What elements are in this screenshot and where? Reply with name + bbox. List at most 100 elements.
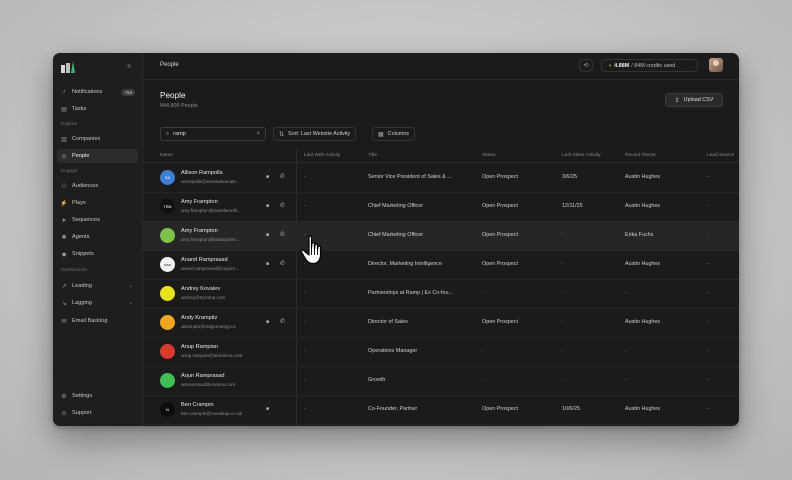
cell-record-owner[interactable]: Austin Hughes — [625, 319, 660, 325]
video-icon[interactable]: ■ — [266, 406, 269, 412]
collapse-sidebar-icon[interactable]: « — [127, 61, 131, 70]
sidebar-item-agents[interactable]: ✺ Agents — [57, 230, 138, 244]
person-email: arampolla@smartadvocate... — [181, 179, 240, 184]
column-header-record-owner[interactable]: Record Owner — [625, 153, 656, 158]
video-icon[interactable]: ■ — [266, 319, 269, 325]
sidebar-item-sequences[interactable]: ➤ Sequences — [57, 213, 138, 227]
table-row[interactable]: Andrey Kovalev andrey@tryramp.com - Partner… — [142, 279, 739, 309]
breadcrumb[interactable]: People — [160, 62, 179, 68]
table-row[interactable]: Andy Krampitz akrampitz@edgeenergy.ca ■ ✆ - D… — [142, 308, 739, 338]
columns-icon: ▦ — [378, 131, 384, 138]
history-button[interactable]: ⟲ — [579, 59, 593, 72]
cell-last-sales-activity: - — [562, 232, 564, 238]
sort-button[interactable]: ⇅ Sort: Last Website Activity — [273, 127, 357, 141]
cell-status[interactable]: Open Prospect — [482, 232, 518, 238]
table-row[interactable]: Amy Frampton amy.frampton@bamboohrc... ■ ✆ -… — [142, 221, 739, 251]
sidebar-item-lagging[interactable]: ↘ Lagging ⌄ — [57, 296, 138, 310]
phone-call-icon[interactable]: ✆ — [280, 173, 285, 180]
video-icon[interactable]: ■ — [266, 261, 269, 267]
sidebar-item-label: Agents — [72, 234, 90, 240]
cell-status[interactable]: - — [482, 348, 484, 354]
person-email: ben.crampin@novaleap.co.uk — [181, 411, 242, 416]
cell-status[interactable]: Open Prospect — [482, 174, 518, 180]
app-logo[interactable] — [61, 61, 75, 73]
person-name[interactable]: Amy Frampton — [181, 228, 218, 234]
column-header-lead-source[interactable]: Lead Source — [707, 153, 734, 158]
sidebar: « ♪ Notifications 758 ▤ Tasks Explore ▥ … — [53, 53, 143, 426]
phone-call-icon[interactable]: ✆ — [280, 202, 285, 209]
cell-record-owner[interactable]: Erika Fuchs — [625, 232, 653, 238]
cell-status[interactable]: - — [482, 290, 484, 296]
person-avatar — [160, 373, 175, 388]
table-row[interactable]: Anup Rampian anup.rampian@amerisca.com - Op… — [142, 337, 739, 367]
person-name[interactable]: Arjun Ramprasad — [181, 373, 225, 379]
cell-status[interactable]: - — [482, 377, 484, 383]
sidebar-item-label: Notifications — [72, 89, 103, 95]
cell-record-owner[interactable]: Austin Hughes — [625, 174, 660, 180]
cell-record-owner[interactable]: - — [625, 348, 627, 354]
cell-title: Director of Sales — [368, 319, 408, 325]
column-header-last-web-activity[interactable]: Last Web Activity — [304, 153, 340, 158]
sidebar-item-support[interactable]: ⊙ Support — [57, 406, 138, 420]
columns-button[interactable]: ▦ Columns — [372, 127, 415, 141]
search-input[interactable]: ⌕ ramp × — [160, 127, 266, 141]
cell-last-sales-activity: 3/6/25 — [562, 174, 577, 180]
person-name[interactable]: Andy Krampitz — [181, 315, 217, 321]
sidebar-item-label: Companies — [72, 136, 101, 142]
person-email: amy.frampton@traveltenefit... — [181, 208, 241, 213]
cell-record-owner[interactable]: - — [625, 290, 627, 296]
phone-call-icon[interactable]: ✆ — [280, 231, 285, 238]
column-header-title[interactable]: Title — [368, 153, 377, 158]
sidebar-item-notifications[interactable]: ♪ Notifications 758 — [57, 85, 138, 99]
cell-record-owner[interactable]: Austin Hughes — [625, 406, 660, 412]
person-name[interactable]: Andrey Kovalev — [181, 286, 220, 292]
table-row[interactable]: SA Allison Rampolla arampolla@smartadvocat… — [142, 163, 739, 193]
sidebar-item-tasks[interactable]: ▤ Tasks — [57, 102, 138, 116]
person-avatar: N — [160, 402, 175, 417]
phone-call-icon[interactable]: ✆ — [280, 318, 285, 325]
sidebar-item-audiences[interactable]: ⚇ Audiences — [57, 179, 138, 193]
person-name[interactable]: Allison Rampolla — [181, 170, 223, 176]
clear-search-icon[interactable]: × — [256, 131, 260, 137]
cell-status[interactable]: Open Prospect — [482, 203, 518, 209]
cell-record-owner[interactable]: - — [625, 377, 627, 383]
search-icon: ⌕ — [166, 130, 170, 137]
video-icon[interactable]: ■ — [266, 174, 269, 180]
sort-icon: ⇅ — [279, 131, 285, 138]
person-name[interactable]: Anup Rampian — [181, 344, 218, 350]
cell-title: Operations Manager — [368, 348, 418, 354]
sidebar-item-settings[interactable]: ⚙ Settings — [57, 389, 138, 403]
table-row[interactable]: N Ben Crampin ben.crampin@novaleap.co.uk ■ -… — [142, 395, 739, 425]
sidebar-item-snippets[interactable]: ◆ Snippets — [57, 247, 138, 261]
cell-title: Senior Vice President of Sales & ... — [368, 174, 452, 180]
cell-record-owner[interactable]: Austin Hughes — [625, 203, 660, 209]
sidebar-item-email-backlog[interactable]: ✉ Email Backlog — [57, 314, 138, 328]
person-name[interactable]: Ben Crampin — [181, 402, 214, 408]
sidebar-item-people[interactable]: ◎ People — [57, 149, 138, 163]
credits-indicator[interactable]: ◑ 4.88M / 84M credits used — [601, 59, 698, 72]
user-avatar[interactable] — [709, 58, 723, 72]
person-avatar — [160, 286, 175, 301]
cell-status[interactable]: Open Prospect — [482, 406, 518, 412]
column-header-name[interactable]: Name — [160, 153, 173, 158]
person-name[interactable]: Amy Frampton — [181, 199, 218, 205]
video-icon[interactable]: ■ — [266, 232, 269, 238]
table-row[interactable]: Arjun Ramprasad aramprasad@onesoo.com - Gro… — [142, 366, 739, 396]
chevron-down-icon: ⌄ — [128, 300, 133, 306]
phone-call-icon[interactable]: ✆ — [280, 260, 285, 267]
sidebar-item-plays[interactable]: ⚡ Plays — [57, 196, 138, 210]
person-name[interactable]: Anand Ramprasad — [181, 257, 228, 263]
sidebar-item-companies[interactable]: ▥ Companies — [57, 132, 138, 146]
cell-last-sales-activity: - — [562, 319, 564, 325]
video-icon[interactable]: ■ — [266, 203, 269, 209]
sidebar-item-leading[interactable]: ↗ Leading ⌄ — [57, 279, 138, 293]
table-row[interactable]: sisu Anand Ramprasad anand.ramprasad@cayor… — [142, 250, 739, 280]
column-header-status[interactable]: Status — [482, 153, 496, 158]
people-count: 844,800 People — [160, 103, 198, 109]
cell-record-owner[interactable]: Austin Hughes — [625, 261, 660, 267]
upload-csv-button[interactable]: ⇪ Upload CSV — [665, 93, 723, 107]
cell-status[interactable]: Open Prospect — [482, 319, 518, 325]
column-header-last-sales-activity[interactable]: Last Sales Activity — [562, 153, 601, 158]
cell-status[interactable]: Open Prospect — [482, 261, 518, 267]
table-row[interactable]: TBN Amy Frampton amy.frampton@traveltenefi… — [142, 192, 739, 222]
